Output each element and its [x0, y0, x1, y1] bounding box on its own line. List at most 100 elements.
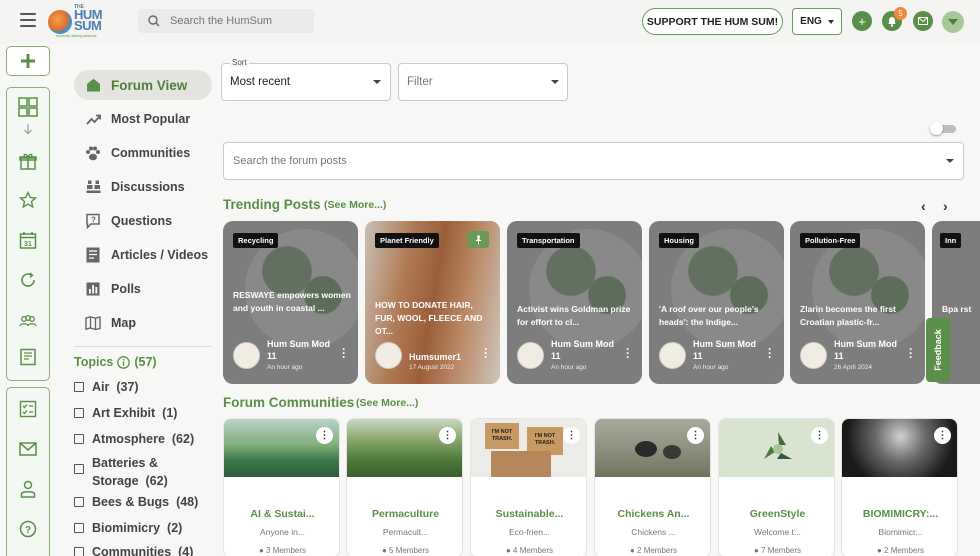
- community-card[interactable]: ⋮ BIOMIMICRY:... Biomimicr... ● 2 Member…: [841, 418, 958, 556]
- topic-item[interactable]: Biomimicry (2): [74, 521, 182, 535]
- person-icon[interactable]: [17, 478, 39, 500]
- card-title: Activist wins Goldman prize for effort t…: [517, 304, 631, 327]
- global-search[interactable]: [138, 9, 314, 33]
- community-card[interactable]: ⋮ GreenStyle Welcome t... ● 7 Members: [718, 418, 835, 556]
- member-count: 3 Members: [266, 546, 307, 555]
- topic-item[interactable]: Bees & Bugs (48): [74, 495, 198, 509]
- community-card[interactable]: I'M NOT TRASH. I'M NOT TRASH. ⋮ Sustainabl…: [470, 418, 587, 556]
- plus-icon: [21, 54, 35, 68]
- more-vertical-icon[interactable]: ⋮: [563, 427, 580, 444]
- more-vertical-icon[interactable]: ⋮: [687, 427, 704, 444]
- checkbox[interactable]: [74, 434, 84, 444]
- search-input[interactable]: [170, 15, 300, 27]
- support-button[interactable]: SUPPORT THE HUM SUM!: [642, 8, 783, 35]
- language-select[interactable]: ENG: [792, 8, 842, 35]
- checkbox[interactable]: [74, 382, 84, 392]
- notebook-icon[interactable]: [17, 346, 39, 368]
- checkbox[interactable]: [74, 497, 84, 507]
- add-icon[interactable]: +: [852, 11, 872, 31]
- nav-discussions[interactable]: Discussions: [74, 172, 185, 202]
- card-time: 26 April 2024: [834, 364, 872, 371]
- checkbox[interactable]: [74, 408, 84, 418]
- topic-label: Atmosphere: [92, 432, 165, 446]
- star-icon[interactable]: [17, 189, 39, 211]
- feedback-tab[interactable]: Feedback: [926, 318, 950, 382]
- community-name: AI & Sustai...: [250, 508, 315, 520]
- toggle-knob: [930, 122, 943, 135]
- more-vertical-icon[interactable]: ⋮: [811, 427, 828, 444]
- nav-articles-videos[interactable]: Articles / Videos: [74, 240, 208, 270]
- topic-label-line2: Storage: [92, 474, 139, 488]
- more-vertical-icon[interactable]: ⋮: [316, 427, 333, 444]
- calendar-icon[interactable]: 31: [17, 229, 39, 251]
- topic-item[interactable]: Communities (4): [74, 545, 193, 556]
- community-members: ● 5 Members: [381, 546, 430, 555]
- chevron-down-icon: [551, 80, 559, 84]
- svg-text:?: ?: [25, 525, 31, 536]
- card-author: Hum Sum Mod 11: [693, 339, 756, 361]
- more-vertical-icon[interactable]: ⋮: [934, 427, 951, 444]
- nav-label: Questions: [111, 214, 173, 228]
- topic-label-wrap: Batteries & Storage (62): [92, 454, 168, 490]
- trending-see-more[interactable]: (See More...): [324, 199, 386, 211]
- checkbox[interactable]: [74, 523, 84, 533]
- pin-icon: [467, 231, 489, 248]
- logo[interactable]: THE HUM SUM humanity adding solutions: [48, 4, 110, 40]
- topic-item[interactable]: Art Exhibit (1): [74, 406, 177, 420]
- member-count: 5 Members: [389, 546, 430, 555]
- chicken-graphic: [663, 445, 681, 459]
- more-vertical-icon[interactable]: · · ·: [484, 343, 488, 363]
- more-vertical-icon[interactable]: ⋮: [439, 427, 456, 444]
- view-toggle[interactable]: [930, 122, 956, 135]
- community-card[interactable]: ⋮ Chickens An... Chickens ... ● 2 Member…: [594, 418, 711, 556]
- topic-item[interactable]: Atmosphere (62): [74, 432, 194, 446]
- menu-icon[interactable]: [20, 13, 36, 27]
- avatar: [517, 342, 544, 369]
- checkbox[interactable]: [74, 547, 84, 556]
- refresh-globe-icon[interactable]: [17, 269, 39, 291]
- trending-card[interactable]: Planet Friendly HOW TO DONATE HAIR, FUR,…: [365, 221, 500, 384]
- community-card[interactable]: ⋮ AI & Sustai... Anyone in... ● 3 Member…: [223, 418, 340, 556]
- create-post-button[interactable]: [6, 46, 50, 76]
- card-tag: Inn: [940, 233, 962, 248]
- more-vertical-icon[interactable]: · · ·: [768, 343, 772, 363]
- info-icon[interactable]: [117, 355, 131, 369]
- checklist-icon[interactable]: [17, 398, 39, 420]
- chevron-right-icon[interactable]: ›: [943, 198, 948, 214]
- trending-card[interactable]: Pollution-Free Zlarin becomes the first …: [790, 221, 925, 384]
- more-vertical-icon[interactable]: · · ·: [342, 343, 346, 363]
- topic-item[interactable]: Air (37): [74, 380, 139, 394]
- trending-card[interactable]: Recycling RESWAYE empowers women and you…: [223, 221, 358, 384]
- poll-icon: [84, 280, 102, 298]
- nav-most-popular[interactable]: Most Popular: [74, 104, 190, 134]
- nav-map[interactable]: Map: [74, 308, 136, 338]
- avatar: [233, 342, 260, 369]
- sort-label: Sort: [230, 58, 249, 67]
- user-menu-chevron-icon[interactable]: [942, 11, 964, 33]
- home-icon: [84, 76, 102, 94]
- more-vertical-icon[interactable]: · · ·: [626, 343, 630, 363]
- gift-icon[interactable]: [17, 150, 39, 172]
- chevron-down-icon: [946, 159, 954, 163]
- community-card[interactable]: ⋮ Permaculture Permacult... ● 5 Members: [346, 418, 463, 556]
- help-icon[interactable]: ?: [17, 518, 39, 540]
- nav-questions[interactable]: ? Questions: [74, 206, 172, 236]
- trending-card[interactable]: Housing 'A roof over our people's heads'…: [649, 221, 784, 384]
- nav-communities[interactable]: Communities: [74, 138, 190, 168]
- checkbox[interactable]: [74, 464, 84, 474]
- communities-see-more[interactable]: (See More...): [356, 397, 418, 409]
- grid-view-icon[interactable]: [17, 96, 39, 118]
- more-vertical-icon[interactable]: · · ·: [909, 343, 913, 363]
- arrow-down-icon[interactable]: [17, 118, 39, 140]
- nav-polls[interactable]: Polls: [74, 274, 141, 304]
- topic-item[interactable]: Batteries & Storage (62): [74, 454, 168, 490]
- card-time: An hour ago: [267, 364, 303, 371]
- envelope-icon[interactable]: [17, 438, 39, 460]
- chevron-left-icon[interactable]: ‹: [921, 198, 926, 214]
- mail-icon[interactable]: [913, 11, 933, 31]
- group-icon[interactable]: [17, 310, 39, 332]
- topic-count: (2): [167, 521, 183, 535]
- nav-forum-view[interactable]: Forum View: [74, 70, 212, 100]
- trending-card[interactable]: Transportation Activist wins Goldman pri…: [507, 221, 642, 384]
- trending-title: Trending Posts: [223, 197, 321, 212]
